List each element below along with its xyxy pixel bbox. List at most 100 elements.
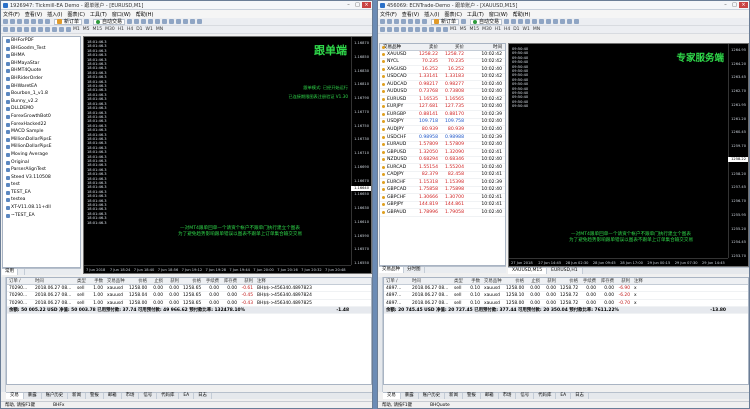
- terminal-tab[interactable]: EA: [179, 393, 195, 399]
- nav-expert-item[interactable]: MACD Sample: [3, 128, 80, 136]
- terminal-tab[interactable]: 邮箱: [104, 393, 122, 399]
- terminal-icon[interactable]: [415, 19, 420, 24]
- chart-tab-eurusd[interactable]: EURUSD,H1: [547, 268, 583, 274]
- col-symbol[interactable]: 交易品种: [380, 44, 414, 50]
- nav-expert-item[interactable]: BHForPDF: [3, 37, 80, 45]
- market-watch-icon[interactable]: [394, 19, 399, 24]
- col-header[interactable]: 止损: [526, 278, 542, 284]
- col-header[interactable]: 价格: [504, 278, 526, 284]
- minimize-icon[interactable]: –: [721, 2, 730, 8]
- profiles-icon[interactable]: [10, 19, 15, 24]
- maximize-icon[interactable]: □: [353, 2, 362, 8]
- metaeditor-icon[interactable]: [461, 19, 467, 24]
- price-scale[interactable]: 1.16870 1.16850 1.16830 1.16810 1.16790 1.167…: [351, 37, 371, 265]
- tf-m1[interactable]: M1: [73, 27, 80, 32]
- col-header[interactable]: 库存费: [598, 278, 616, 284]
- terminal-tab[interactable]: 邮箱: [481, 393, 499, 399]
- terminal-tab[interactable]: 警报: [463, 393, 481, 399]
- tf-m15[interactable]: M15: [93, 27, 103, 32]
- fibo-icon[interactable]: [45, 27, 50, 32]
- menu-help[interactable]: 帮助(H): [513, 11, 531, 18]
- col-header[interactable]: 注释: [255, 278, 367, 284]
- market-watch-row[interactable]: GBPAUD 1.78996 1.79058 10:02:40: [380, 209, 505, 218]
- terminal-tab[interactable]: 市场: [499, 393, 517, 399]
- nav-expert-item[interactable]: Bunny_v2.2: [3, 98, 80, 106]
- time-axis[interactable]: 7 Jun 2018 7 Jun 18:24 7 Jun 18:40 7 Jun 18…: [84, 265, 351, 273]
- tester-icon[interactable]: [422, 19, 427, 24]
- menu-tools[interactable]: 工具(T): [467, 11, 484, 18]
- trade-row[interactable]: 70290... 2018.06.27 08... sell 1.00 xauusd 12…: [7, 292, 371, 300]
- menu-file[interactable]: 文件(F): [380, 11, 397, 18]
- col-header[interactable]: 价格: [558, 278, 580, 284]
- tester-icon[interactable]: [45, 19, 50, 24]
- nav-expert-item[interactable]: MillionDollarPipsE: [3, 143, 80, 151]
- vertical-line-icon[interactable]: [17, 27, 22, 32]
- col-header[interactable]: 手数: [468, 278, 482, 284]
- nav-expert-item[interactable]: test: [3, 181, 80, 189]
- nav-expert-item[interactable]: DLLDEMO: [3, 105, 80, 113]
- title-bar[interactable]: 456069: ECNTrade-Demo - 跟单账户 - [XAUUSD,M…: [378, 1, 749, 10]
- col-ask[interactable]: 买价: [440, 44, 466, 50]
- fibo-icon[interactable]: [422, 27, 427, 32]
- cursor-icon[interactable]: [380, 27, 385, 32]
- data-window-icon[interactable]: [24, 19, 29, 24]
- new-chart-icon[interactable]: [3, 19, 8, 24]
- auto-scroll-icon[interactable]: [546, 19, 552, 24]
- menu-insert[interactable]: 插入(I): [424, 11, 439, 18]
- terminal-tab[interactable]: 日志: [571, 393, 589, 399]
- terminal-tab[interactable]: 日志: [194, 393, 212, 399]
- channel-icon[interactable]: [415, 27, 420, 32]
- col-header[interactable]: 订单 /: [384, 278, 410, 284]
- col-header[interactable]: 价格: [181, 278, 203, 284]
- tf-m5[interactable]: M5: [83, 27, 90, 32]
- col-header[interactable]: 时间: [410, 278, 452, 284]
- zoom-out-icon[interactable]: [532, 19, 538, 24]
- trade-row[interactable]: 4897... 2018.06.27 08... sell 0.10 xauusd 125…: [384, 292, 748, 300]
- terminal-tab[interactable]: 账户历史: [42, 393, 69, 399]
- col-header[interactable]: 手续费: [203, 278, 221, 284]
- bar-chart-icon[interactable]: [127, 19, 133, 24]
- data-window-icon[interactable]: [401, 19, 406, 24]
- col-bid[interactable]: 卖价: [414, 44, 440, 50]
- menu-insert[interactable]: 插入(I): [47, 11, 62, 18]
- trade-row[interactable]: 70290... 2018.06.27 08... sell 1.00 xauusd 12…: [7, 300, 371, 307]
- navigator-icon[interactable]: [31, 19, 36, 24]
- menu-charts[interactable]: 图表(C): [68, 11, 85, 18]
- nav-expert-item[interactable]: TEST_EA: [3, 189, 80, 197]
- nav-expert-item[interactable]: BHWaretEA: [3, 83, 80, 91]
- col-header[interactable]: 手续费: [580, 278, 598, 284]
- col-header[interactable]: 获利: [165, 278, 181, 284]
- col-header[interactable]: 时间: [33, 278, 75, 284]
- tab-favorites[interactable]: [18, 269, 25, 275]
- terminal-tab[interactable]: 交易: [383, 393, 401, 399]
- nav-expert-item[interactable]: Steed V3.110508: [3, 174, 80, 182]
- terminal-tab[interactable]: 交易: [6, 393, 24, 399]
- trendline-icon[interactable]: [31, 27, 36, 32]
- tf-h4[interactable]: H4: [504, 27, 510, 32]
- chart-window[interactable]: 18:01:46.3 18:01:46.3 18:01:46.3 18:01:46.3…: [83, 36, 372, 274]
- label-tool-icon[interactable]: [436, 27, 441, 32]
- chart-shift-icon[interactable]: [176, 19, 182, 24]
- col-header[interactable]: 止损: [149, 278, 165, 284]
- tf-w1[interactable]: W1: [523, 27, 530, 32]
- tf-m30[interactable]: M30: [482, 27, 492, 32]
- col-header[interactable]: 库存费: [221, 278, 239, 284]
- col-header[interactable]: 价格: [127, 278, 149, 284]
- terminal-tab[interactable]: 账户历史: [419, 393, 446, 399]
- grid-icon[interactable]: [162, 19, 168, 24]
- menu-window[interactable]: 窗口(W): [489, 11, 508, 18]
- trade-row[interactable]: 4897... 2018.06.27 08... sell 0.10 xauusd 125…: [384, 285, 748, 293]
- col-header[interactable]: 订单 /: [7, 278, 33, 284]
- zoom-in-icon[interactable]: [525, 19, 531, 24]
- vertical-line-icon[interactable]: [394, 27, 399, 32]
- terminal-tab[interactable]: EA: [556, 393, 572, 399]
- chart-shift-icon[interactable]: [553, 19, 559, 24]
- tf-w1[interactable]: W1: [146, 27, 153, 32]
- tab-symbols[interactable]: 交易品种: [379, 267, 404, 273]
- nav-expert-item[interactable]: testea: [3, 196, 80, 204]
- channel-icon[interactable]: [38, 27, 43, 32]
- line-chart-icon[interactable]: [141, 19, 147, 24]
- autotrading-button[interactable]: 自动交易: [93, 18, 126, 25]
- nav-expert-item[interactable]: XT-V11.08.11+dll: [3, 204, 80, 212]
- terminal-tab[interactable]: 信号: [516, 393, 535, 399]
